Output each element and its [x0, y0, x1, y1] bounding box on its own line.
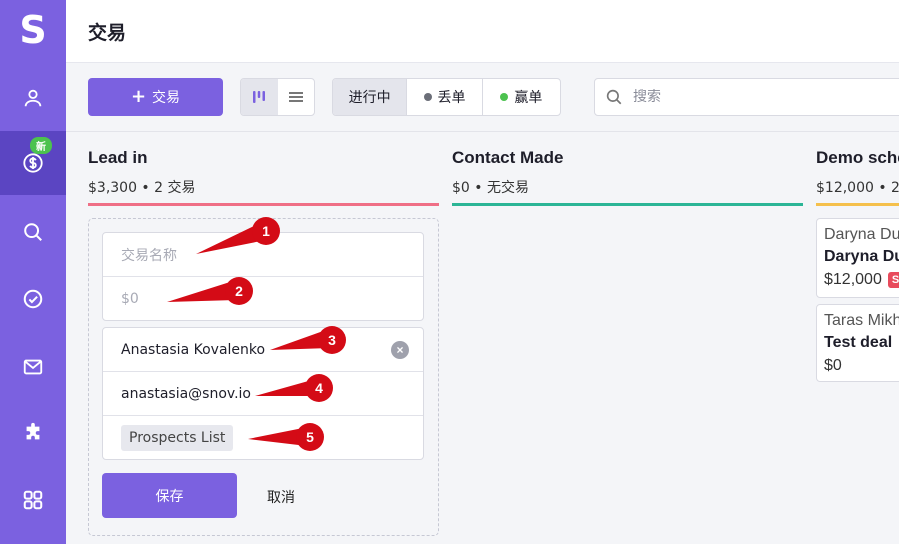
- prospect-list-tag[interactable]: Prospects List: [121, 425, 234, 451]
- deal-card-value: $12,000: [824, 271, 882, 288]
- sidebar-item-search[interactable]: [0, 200, 66, 264]
- add-deal-button[interactable]: + 交易: [88, 78, 223, 116]
- view-toggle: [240, 78, 315, 116]
- deal-card-contact: Taras Mikh: [824, 312, 899, 329]
- toolbar-divider: [66, 131, 899, 132]
- user-icon: [24, 89, 42, 107]
- deal-name-field[interactable]: 交易名称: [103, 233, 423, 277]
- column-name: Demo sche: [816, 148, 899, 167]
- deal-name-placeholder: 交易名称: [121, 247, 177, 264]
- prospect-list-field[interactable]: Prospects List: [103, 416, 423, 459]
- column-name: Lead in: [88, 148, 148, 167]
- board-view-icon: [253, 91, 266, 103]
- sidebar-item-deals[interactable]: 新: [0, 131, 66, 195]
- deal-card-value: $0: [824, 357, 842, 374]
- clear-contact-icon[interactable]: ×: [391, 341, 409, 359]
- status-tab-label: 丢单: [437, 90, 466, 106]
- contact-email-field[interactable]: anastasia@snov.io: [103, 372, 423, 416]
- deal-status-filter: 进行中 丢单 赢单: [332, 78, 561, 116]
- deal-card[interactable]: Daryna Duc Daryna Duc $12,000 SA: [816, 218, 899, 298]
- app-logo[interactable]: S: [0, 0, 66, 60]
- sidebar-item-contacts[interactable]: [0, 66, 66, 130]
- status-tab-label: 赢单: [514, 90, 543, 106]
- list-view-icon: [288, 92, 303, 102]
- sidebar: S 新: [0, 0, 66, 544]
- sidebar-item-email[interactable]: [0, 335, 66, 399]
- page-header: 交易: [66, 0, 899, 63]
- mail-icon: [23, 359, 43, 375]
- save-button[interactable]: 保存: [102, 473, 237, 518]
- column-name: Contact Made: [452, 148, 564, 167]
- board-view-button[interactable]: [241, 79, 278, 115]
- deal-card-title: Test deal: [824, 334, 893, 351]
- status-tab-open[interactable]: 进行中: [333, 79, 408, 115]
- lost-dot-icon: [423, 93, 432, 101]
- deal-fields: 交易名称 $0: [102, 232, 424, 321]
- column-color-bar: [88, 203, 439, 206]
- column-header-contact-made: Contact Made $0 • 无交易: [452, 148, 563, 197]
- won-dot-icon: [500, 93, 509, 101]
- new-badge: 新: [30, 137, 52, 154]
- column-summary: $0 • 无交易: [452, 180, 529, 196]
- cancel-button[interactable]: 取消: [267, 487, 295, 507]
- plus-icon: +: [130, 86, 147, 107]
- puzzle-icon: [26, 422, 40, 440]
- contact-fields: Anastasia Kovalenko × anastasia@snov.io …: [102, 327, 424, 460]
- search-icon: [606, 89, 622, 105]
- deal-card[interactable]: Taras Mikh Test deal $0: [816, 304, 899, 382]
- search-icon: [24, 223, 42, 241]
- deal-card-contact: Daryna Duc: [824, 226, 899, 243]
- search-box: [594, 78, 899, 116]
- column-header-demo: Demo sche $12,000 • 2 交: [816, 148, 899, 197]
- column-color-bar: [452, 203, 803, 206]
- column-header-lead-in: Lead in $3,300 • 2 交易: [88, 148, 196, 197]
- deal-value-field[interactable]: $0: [103, 277, 423, 320]
- deal-card-badge: SA: [887, 272, 899, 288]
- sidebar-item-apps[interactable]: [0, 468, 66, 532]
- column-summary: $3,300 • 2 交易: [88, 180, 196, 196]
- sidebar-item-tasks[interactable]: [0, 267, 66, 331]
- check-circle-icon: [23, 289, 43, 309]
- status-tab-won[interactable]: 赢单: [483, 79, 560, 115]
- search-input[interactable]: [633, 89, 883, 105]
- add-deal-label: 交易: [152, 90, 181, 106]
- list-view-button[interactable]: [278, 79, 315, 115]
- status-tab-label: 进行中: [348, 90, 391, 106]
- contact-email-value: anastasia@snov.io: [121, 385, 251, 402]
- apps-grid-icon: [23, 490, 43, 510]
- status-tab-lost[interactable]: 丢单: [407, 79, 483, 115]
- column-summary: $12,000 • 2 交: [816, 180, 899, 196]
- dollar-icon: [23, 153, 43, 173]
- contact-name-value: Anastasia Kovalenko: [121, 341, 266, 358]
- page-title: 交易: [88, 22, 127, 44]
- sidebar-item-integrations[interactable]: [0, 401, 66, 465]
- contact-name-field[interactable]: Anastasia Kovalenko ×: [103, 328, 423, 372]
- column-color-bar: [816, 203, 899, 206]
- deal-card-title: Daryna Duc: [824, 248, 899, 265]
- deal-value-placeholder: $0: [121, 291, 139, 307]
